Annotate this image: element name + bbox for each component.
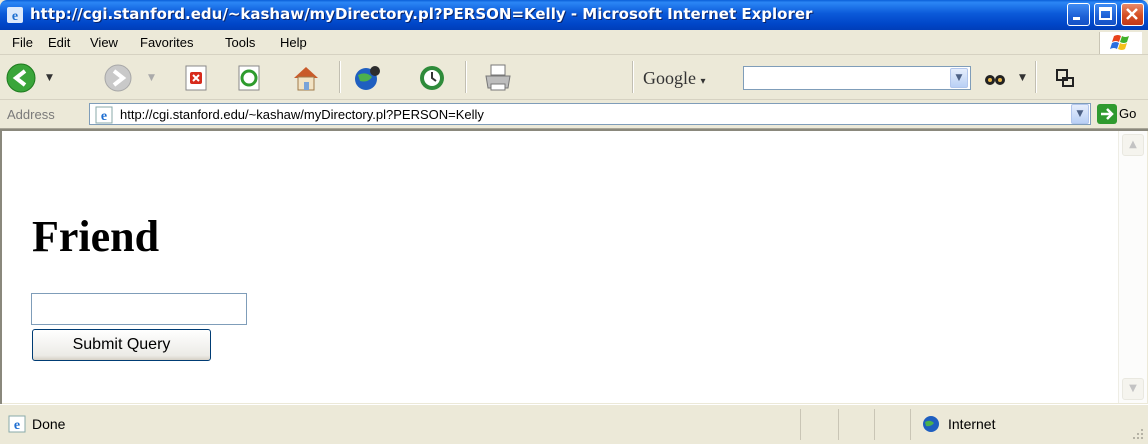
resize-grip-icon[interactable] <box>1132 428 1144 440</box>
scroll-up-icon[interactable]: ▲ <box>1122 134 1144 156</box>
page-options-icon[interactable] <box>1054 67 1078 91</box>
window-title: http://cgi.stanford.edu/~kashaw/myDirect… <box>30 5 813 23</box>
toolbar: ▼ ▼ Google ▾ ▼ ▼ <box>0 55 1148 100</box>
menu-bar: File Edit View Favorites Tools Help <box>0 30 1148 55</box>
menu-favorites[interactable]: Favorites <box>140 35 193 50</box>
title-bar[interactable]: e http://cgi.stanford.edu/~kashaw/myDire… <box>0 0 1148 30</box>
maximize-button[interactable] <box>1094 3 1117 26</box>
status-bar: e Done Internet <box>0 404 1148 444</box>
google-search-provider[interactable]: Google ▾ <box>643 68 706 89</box>
friend-input[interactable] <box>31 293 247 325</box>
page-viewport <box>2 131 1118 403</box>
address-dropdown-icon[interactable]: ▼ <box>1071 104 1089 124</box>
address-input[interactable]: e http://cgi.stanford.edu/~kashaw/myDire… <box>89 103 1091 125</box>
menu-edit[interactable]: Edit <box>48 35 70 50</box>
go-label: Go <box>1119 106 1137 121</box>
refresh-icon[interactable] <box>233 62 265 94</box>
internet-zone-icon <box>923 416 939 432</box>
minimize-button[interactable] <box>1067 3 1090 26</box>
menu-tools[interactable]: Tools <box>225 35 255 50</box>
svg-text:e: e <box>12 9 18 24</box>
security-zone-label: Internet <box>948 416 996 432</box>
google-dropdown-icon: ▾ <box>700 76 706 87</box>
page-heading: Friend <box>32 212 160 261</box>
scroll-down-icon[interactable]: ▼ <box>1122 378 1144 400</box>
status-text: Done <box>32 416 66 432</box>
address-bar: Address e http://cgi.stanford.edu/~kasha… <box>0 100 1148 129</box>
maximize-icon <box>1099 7 1112 20</box>
windows-flag-icon <box>1099 32 1142 54</box>
print-icon[interactable] <box>482 62 514 94</box>
home-icon[interactable] <box>290 62 322 94</box>
status-divider <box>910 409 911 440</box>
forward-dropdown-icon[interactable]: ▼ <box>148 73 155 83</box>
close-button[interactable] <box>1121 3 1144 26</box>
vertical-scrollbar[interactable]: ▲ ▼ <box>1118 131 1147 403</box>
svg-text:e: e <box>14 418 20 433</box>
ie-logo-icon: e <box>7 7 23 24</box>
google-search-input[interactable]: ▼ <box>743 66 971 90</box>
toolbar-separator <box>1035 61 1037 93</box>
menu-view[interactable]: View <box>90 35 118 50</box>
menu-file[interactable]: File <box>12 35 33 50</box>
back-dropdown-icon[interactable]: ▼ <box>46 73 53 83</box>
status-divider <box>838 409 839 440</box>
forward-icon[interactable] <box>102 62 134 94</box>
binoculars-icon[interactable] <box>983 66 1007 90</box>
status-divider <box>800 409 801 440</box>
toolbar-separator <box>339 61 341 93</box>
binoculars-dropdown-icon[interactable]: ▼ <box>1019 73 1026 83</box>
search-globe-icon[interactable] <box>352 62 384 94</box>
google-search-dropdown-icon[interactable]: ▼ <box>950 68 968 88</box>
toolbar-separator <box>465 61 467 93</box>
address-url: http://cgi.stanford.edu/~kashaw/myDirect… <box>120 107 484 122</box>
stop-icon[interactable] <box>180 62 212 94</box>
ie-page-icon: e <box>95 106 113 124</box>
toolbar-separator <box>632 61 634 93</box>
address-label: Address <box>7 107 55 122</box>
svg-text:e: e <box>101 109 107 124</box>
go-button[interactable]: Go <box>1097 104 1145 124</box>
close-icon <box>1126 8 1138 20</box>
history-icon[interactable] <box>416 62 448 94</box>
submit-query-button[interactable]: Submit Query <box>32 329 211 361</box>
minimize-icon <box>1073 17 1080 20</box>
google-label: Google <box>643 68 696 88</box>
back-icon[interactable] <box>5 62 37 94</box>
go-arrow-icon <box>1097 104 1117 124</box>
status-divider <box>874 409 875 440</box>
menu-help[interactable]: Help <box>280 35 307 50</box>
page-done-icon: e <box>8 415 26 433</box>
